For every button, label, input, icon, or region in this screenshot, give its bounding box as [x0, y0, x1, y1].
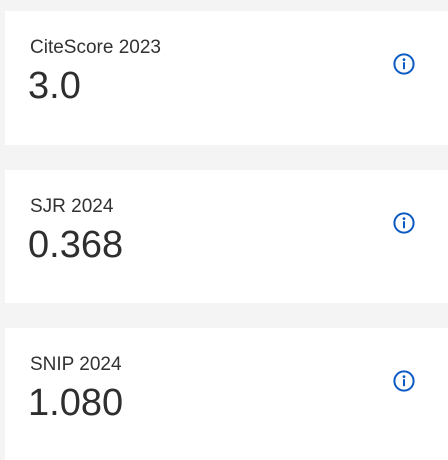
metric-card-citescore: CiteScore 2023 3.0: [5, 11, 448, 145]
info-icon: [392, 369, 416, 393]
metric-label: CiteScore 2023: [30, 37, 161, 58]
info-button[interactable]: [392, 211, 416, 235]
metric-card-sjr: SJR 2024 0.368: [5, 170, 448, 303]
info-button[interactable]: [392, 369, 416, 393]
info-button[interactable]: [392, 52, 416, 76]
metric-value: 3.0: [28, 65, 81, 107]
info-icon: [392, 52, 416, 76]
metric-card-snip: SNIP 2024 1.080: [5, 328, 448, 460]
metric-label: SNIP 2024: [30, 354, 122, 375]
metric-value: 1.080: [28, 382, 124, 424]
metric-label: SJR 2024: [30, 196, 114, 217]
info-icon: [392, 211, 416, 235]
metric-value: 0.368: [28, 224, 124, 266]
